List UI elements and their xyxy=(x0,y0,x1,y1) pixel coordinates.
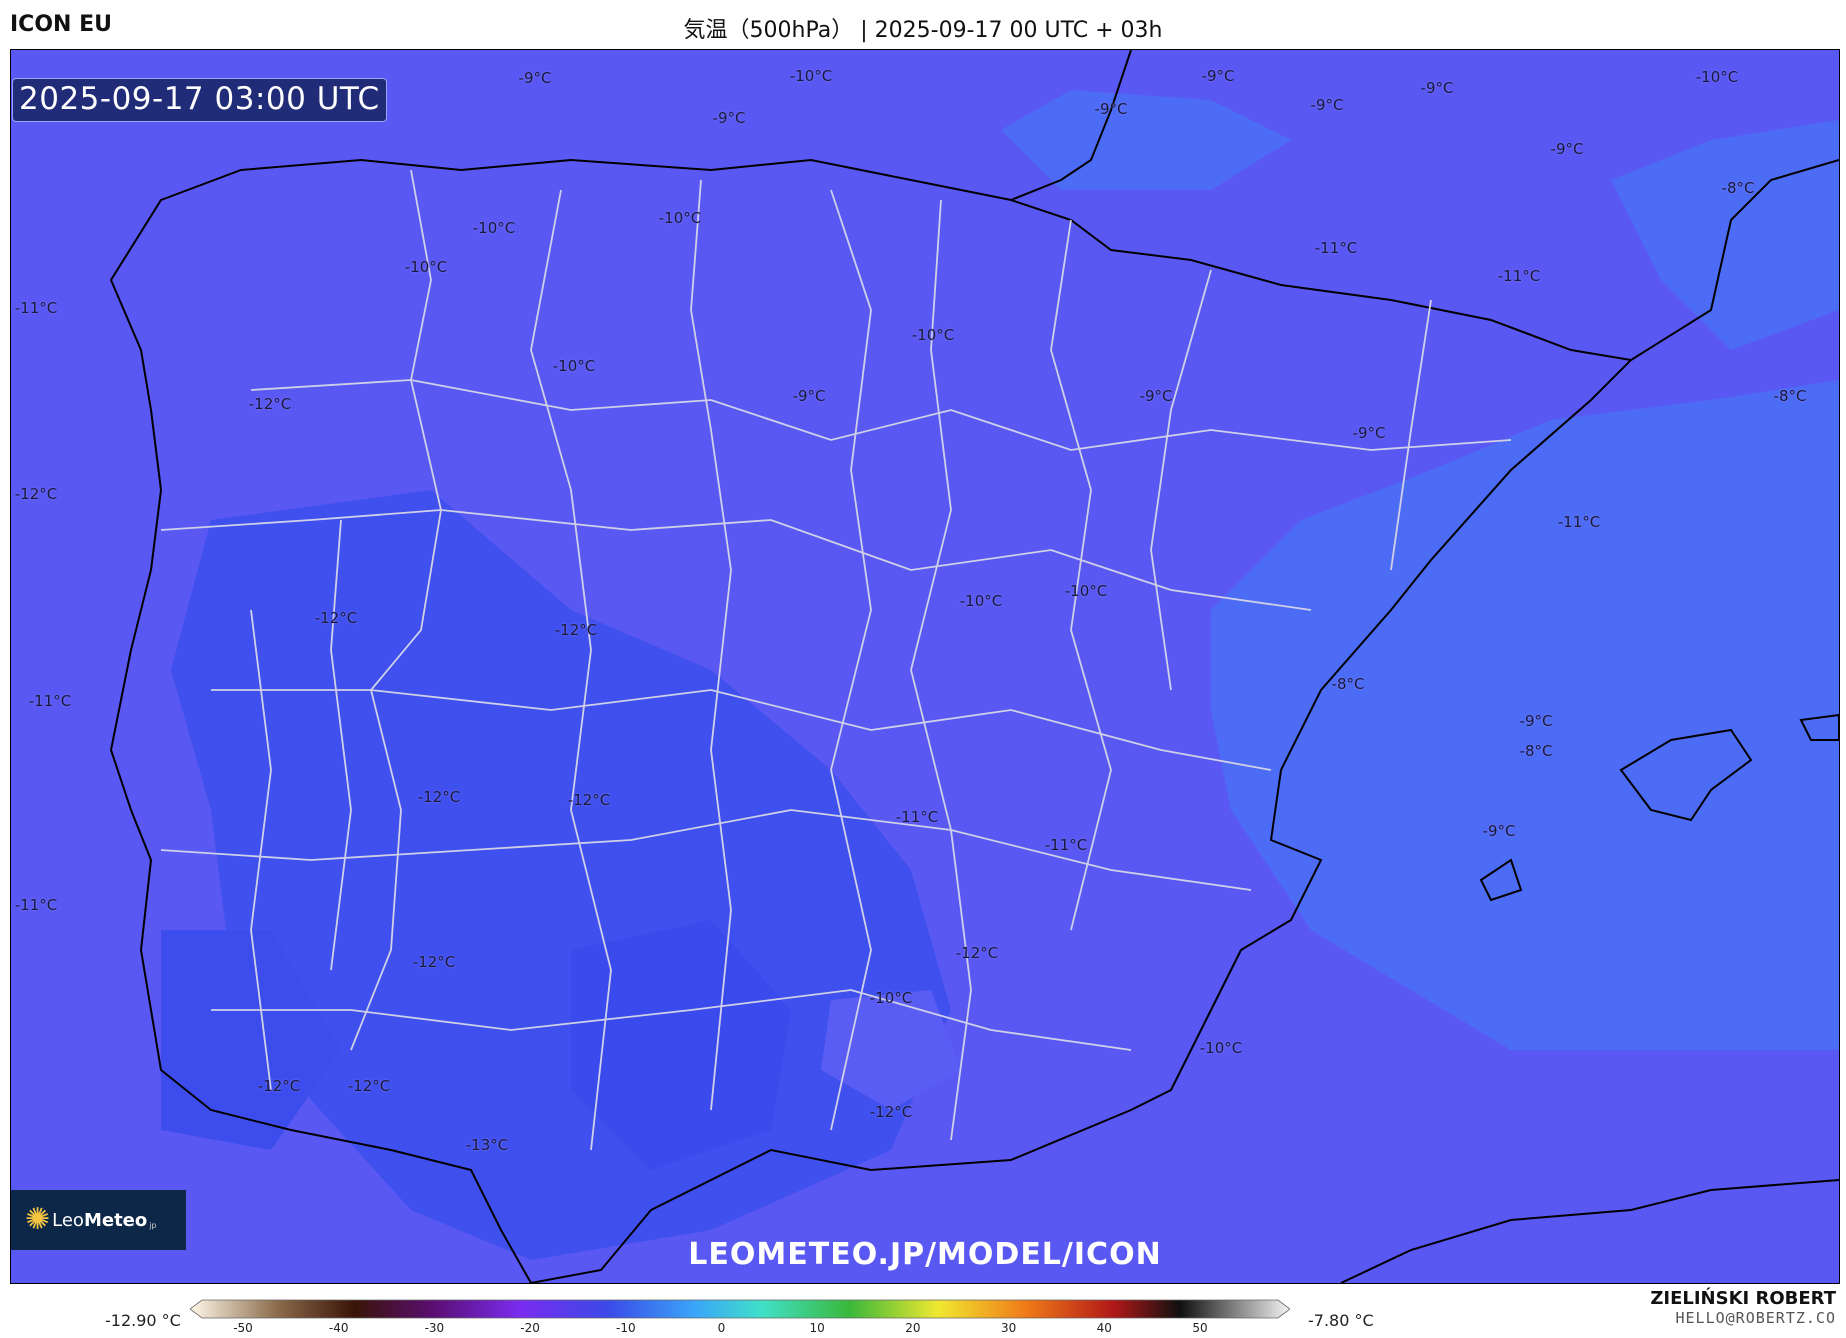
temperature-label: -9°C xyxy=(1550,140,1584,158)
temperature-label: -12°C xyxy=(347,1077,391,1095)
temperature-label: -8°C xyxy=(1331,675,1365,693)
map-canvas xyxy=(109,50,1839,1283)
temperature-label: -11°C xyxy=(28,692,72,710)
temperature-label: -9°C xyxy=(1139,387,1173,405)
timestamp-label: 2025-09-17 03:00 UTC xyxy=(12,78,387,122)
temperature-label: -10°C xyxy=(472,219,516,237)
author-credit: ZIELIŃSKI ROBERT HELLO@ROBERTZ.CO xyxy=(1650,1288,1836,1327)
chart-title: 気温（500hPa） | 2025-09-17 00 UTC + 03h xyxy=(683,18,1163,43)
temperature-label: -12°C xyxy=(955,944,999,962)
temperature-label: -12°C xyxy=(869,1103,913,1121)
temperature-label: -11°C xyxy=(895,808,939,826)
temperature-label: -11°C xyxy=(1044,836,1088,854)
temperature-label: -9°C xyxy=(1310,96,1344,114)
cold-region-west xyxy=(171,490,951,1260)
colorbar-tick-label: 40 xyxy=(1096,1321,1112,1335)
temperature-label: -9°C xyxy=(1482,822,1516,840)
temperature-label: -11°C xyxy=(1557,513,1601,531)
colorbar-tick-label: -30 xyxy=(424,1321,445,1335)
sea-region-northeast xyxy=(1611,120,1839,350)
colorbar-tick-label: 20 xyxy=(905,1321,921,1335)
temperature-label: -10°C xyxy=(1064,582,1108,600)
temperature-label: -12°C xyxy=(417,788,461,806)
temperature-label: -12°C xyxy=(257,1077,301,1095)
temperature-label: -13°C xyxy=(465,1136,509,1154)
colorbar-tick-label: 30 xyxy=(1000,1321,1017,1335)
temperature-label: -10°C xyxy=(1199,1039,1243,1057)
temperature-label: -9°C xyxy=(1094,100,1128,118)
temperature-label: -12°C xyxy=(412,953,456,971)
temperature-label: -11°C xyxy=(14,299,58,317)
temperature-label: -12°C xyxy=(14,485,58,503)
temperature-label: -9°C xyxy=(1519,712,1553,730)
colorbar-tick-label: 0 xyxy=(717,1321,726,1335)
temperature-label: -10°C xyxy=(658,209,702,227)
colorbar-tick-label: 50 xyxy=(1192,1321,1208,1335)
colorbar-gradient xyxy=(190,1299,1290,1319)
colorbar-tick-label: -10 xyxy=(615,1321,636,1335)
temperature-label: -11°C xyxy=(14,896,58,914)
temperature-label: -8°C xyxy=(1519,742,1553,760)
temperature-label: -10°C xyxy=(869,989,913,1007)
temperature-label: -10°C xyxy=(552,357,596,375)
temperature-label: -10°C xyxy=(959,592,1003,610)
temperature-label: -8°C xyxy=(1773,387,1807,405)
colorbar-tick-label: -40 xyxy=(328,1321,349,1335)
temperature-label: -9°C xyxy=(1352,424,1386,442)
temperature-label: -9°C xyxy=(1201,67,1235,85)
colorbar-tick-label: -20 xyxy=(520,1321,540,1335)
colorbar-max-label: -7.80 °C xyxy=(1308,1311,1374,1330)
temperature-label: -9°C xyxy=(712,109,746,127)
temperature-label: -10°C xyxy=(1695,68,1739,86)
temperature-label: -9°C xyxy=(792,387,826,405)
watermark-url: LEOMETEO.JP/MODEL/ICON xyxy=(688,1237,1162,1272)
sun-icon: ✺ xyxy=(25,1202,51,1237)
colorbar-min-label: -12.90 °C xyxy=(105,1311,181,1330)
temperature-label: -12°C xyxy=(248,395,292,413)
temperature-label: -10°C xyxy=(789,67,833,85)
temperature-label: -12°C xyxy=(554,621,598,639)
logo-text: LeoMeteo xyxy=(52,1209,148,1231)
sea-region-north xyxy=(1001,90,1291,190)
temperature-map: 2025-09-17 03:00 UTC -9°C -10°C -9°C -9°C -9… xyxy=(10,49,1840,1284)
colorbar: -12.90 °C -50 -40 -30 -20 -10 0 10 20 30 40 50 xyxy=(0,1295,1846,1338)
author-email: HELLO@ROBERTZ.CO xyxy=(1675,1309,1836,1327)
temperature-label: -8°C xyxy=(1721,179,1755,197)
temperature-label: -11°C xyxy=(1497,267,1541,285)
temperature-label: -12°C xyxy=(567,791,611,809)
temperature-label: -9°C xyxy=(1420,79,1454,97)
temperature-label: -9°C xyxy=(518,69,552,87)
temperature-label: -10°C xyxy=(404,258,448,276)
temperature-label: -10°C xyxy=(911,326,955,344)
author-name: ZIELIŃSKI ROBERT xyxy=(1650,1288,1836,1309)
temperature-label: -11°C xyxy=(1314,239,1358,257)
colorbar-tick-label: -50 xyxy=(233,1321,253,1335)
temperature-label: -12°C xyxy=(314,609,358,627)
colorbar-tick-label: 10 xyxy=(809,1321,825,1335)
